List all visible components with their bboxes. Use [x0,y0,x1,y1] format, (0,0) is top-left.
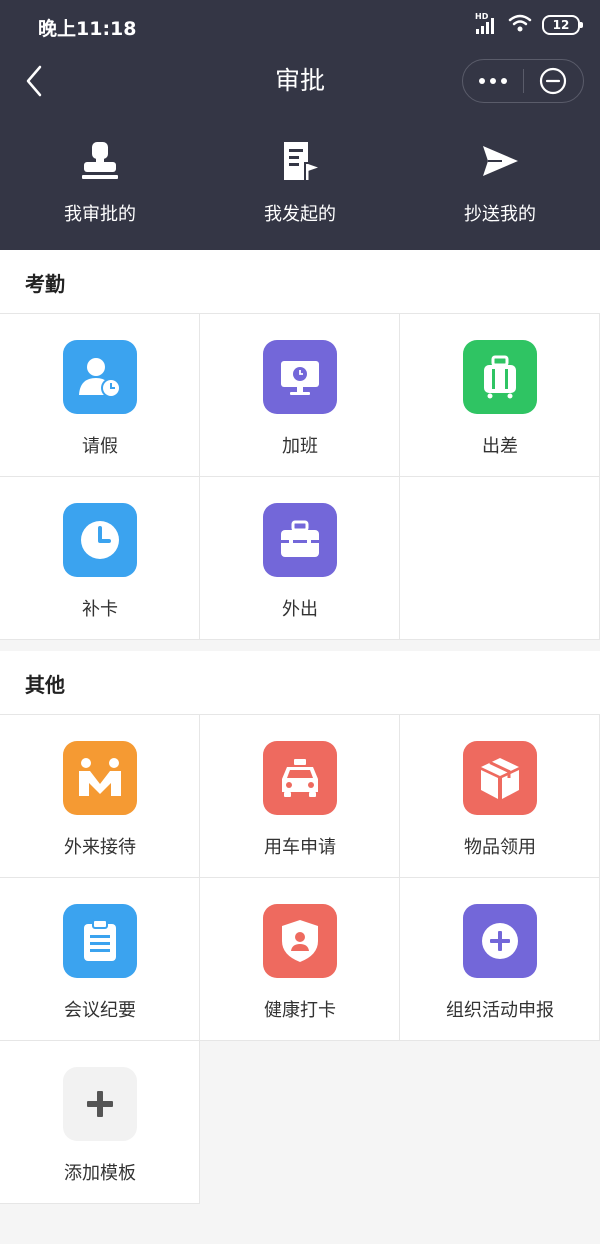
template-icon-tile [263,503,337,577]
section-header-other: 其他 [0,651,600,715]
status-time: 晚上11:18 [38,18,137,40]
template-label: 健康打卡 [264,1000,336,1021]
template-icon-tile [63,741,137,815]
more-button[interactable] [463,59,523,103]
template-clock-in-correction[interactable]: 补卡 [0,477,200,640]
tab-label: 我审批的 [64,204,136,225]
person-clock-icon [79,358,121,398]
template-label: 用车申请 [264,837,336,858]
template-icon-tile [263,904,337,978]
template-label: 组织活动申报 [446,1000,554,1021]
taxi-icon [282,759,318,797]
add-template-button[interactable]: 添加模板 [0,1041,200,1204]
empty-cell [400,477,600,640]
template-icon-tile [463,340,537,414]
template-label: 会议纪要 [64,1000,136,1021]
template-icon-tile [63,1067,137,1141]
close-button[interactable] [523,59,583,103]
clock-icon [81,521,119,559]
tab-label: 我发起的 [264,204,336,225]
template-label: 补卡 [82,599,118,620]
back-button[interactable] [18,62,52,100]
template-leave[interactable]: 请假 [0,314,200,477]
box-icon [481,758,519,799]
suitcase-icon [484,355,516,399]
clipboard-icon [84,919,116,961]
template-label: 添加模板 [64,1163,136,1184]
template-business-trip[interactable]: 出差 [400,314,600,477]
shield-person-icon [282,920,318,962]
template-icon-tile [63,503,137,577]
m-logo-icon [79,758,121,796]
template-visitor-reception[interactable]: 外来接待 [0,715,200,878]
cellular-signal-icon: HD [474,12,498,36]
plus-icon [87,1091,113,1117]
status-bar: 晚上11:18 HD 12 [0,0,600,50]
monitor-clock-icon [281,361,319,395]
template-label: 外出 [282,599,318,620]
template-meeting-minutes[interactable]: 会议纪要 [0,878,200,1041]
battery-level: 12 [552,18,570,32]
send-plane-icon [483,146,518,176]
template-icon-tile [63,904,137,978]
tab-label: 抄送我的 [464,204,536,225]
template-icon-tile [63,340,137,414]
template-label: 出差 [482,436,518,457]
template-icon-tile [463,904,537,978]
section-header-attendance: 考勤 [0,250,600,314]
template-item-requisition[interactable]: 物品领用 [400,715,600,878]
briefcase-icon [281,520,319,557]
battery-icon: 12 [542,15,583,35]
template-health-check-in[interactable]: 健康打卡 [200,878,400,1041]
template-org-activity-report[interactable]: 组织活动申报 [400,878,600,1041]
document-flag-icon [284,142,318,180]
template-label: 加班 [282,436,318,457]
template-icon-tile [263,340,337,414]
template-vehicle-request[interactable]: 用车申请 [200,715,400,878]
network-label: HD [475,12,489,21]
minus-circle-icon [540,67,567,95]
template-label: 外来接待 [64,837,136,858]
template-go-out[interactable]: 外出 [200,477,400,640]
template-icon-tile [263,741,337,815]
more-dots-icon [478,78,507,84]
mini-program-capsule [462,59,584,103]
chevron-left-icon [26,65,42,97]
approver-stamp-icon [82,142,118,179]
tab-cc-to-me[interactable]: 抄送我的 [400,140,600,230]
section-title: 考勤 [25,272,65,296]
section-title: 其他 [25,673,65,697]
template-icon-tile [463,741,537,815]
tab-my-initiated[interactable]: 我发起的 [200,140,400,230]
tab-my-approvals[interactable]: 我审批的 [0,140,200,230]
template-label: 请假 [82,436,118,457]
plus-circle-icon [482,923,518,959]
template-label: 物品领用 [464,837,536,858]
template-overtime[interactable]: 加班 [200,314,400,477]
status-icons: HD 12 [474,12,583,38]
app-header: 晚上11:18 HD 12 审批 我审批的 我发起的 抄送我的 [0,0,600,250]
wifi-icon [508,13,532,37]
